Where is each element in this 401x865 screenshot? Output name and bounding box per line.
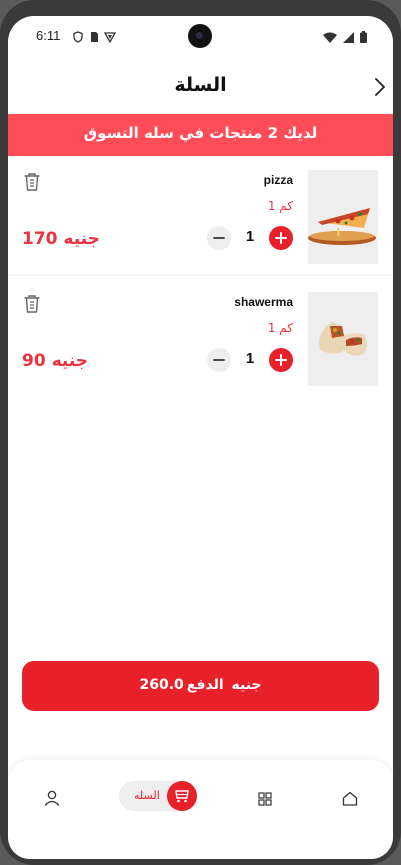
chevron-right-icon [375,78,385,96]
cart-item: shawerma 1 كم 90 جنيه 1 [8,278,393,398]
nav-cart-label: السله [134,789,160,802]
minus-icon [213,237,225,239]
user-icon [44,790,60,806]
minus-icon [213,359,225,361]
decrease-button[interactable] [207,348,231,372]
status-time: 6:11 [36,28,61,43]
bottom-navigation: السله [8,760,393,859]
grid-icon [258,792,272,806]
nav-categories[interactable] [250,784,280,814]
signal-icon [343,28,354,47]
status-icons-left [72,28,117,44]
increase-button[interactable] [269,348,293,372]
item-qty-label: 1 كم [267,199,293,213]
quantity-value: 1 [245,228,255,245]
delete-button[interactable] [23,294,41,314]
plus-icon [275,354,287,366]
cart-item: pizza 1 كم 170 جنيه 1 [8,156,393,276]
item-qty-label: 1 كم [267,321,293,335]
back-button[interactable] [369,74,391,100]
item-price: 90 جنيه [22,351,89,371]
app-header: السلة [8,64,393,110]
nav-home[interactable] [335,784,365,814]
nav-cart-icon-circle [167,781,197,811]
trash-icon [24,295,40,313]
status-icons-right [323,28,367,47]
sim-card-icon [88,28,100,42]
status-bar: 6:11 [8,16,393,56]
item-name: pizza [263,173,293,187]
item-name: shawerma [234,295,293,309]
shield-icon [72,28,84,43]
quantity-stepper: 1 [207,348,293,372]
trash-icon [24,173,40,191]
wifi-icon [323,28,337,47]
page-title: السلة [174,74,227,96]
item-image-pizza [308,170,378,264]
vpn-icon [103,28,117,44]
quantity-stepper: 1 [207,226,293,250]
quantity-value: 1 [245,350,255,367]
nav-cart[interactable]: السله [119,781,197,811]
home-icon [342,791,358,806]
decrease-button[interactable] [207,226,231,250]
plus-icon [275,232,287,244]
checkout-button[interactable]: 260.0جنيه الدفع [22,661,379,711]
front-camera [188,24,212,48]
item-image-shawerma [308,292,378,386]
checkout-text: 260.0جنيه الدفع [22,677,379,693]
delete-button[interactable] [23,172,41,192]
cart-count-banner: لديك 2 منتجات في سله التسوق [8,114,393,156]
nav-profile[interactable] [37,784,67,814]
screen: 6:11 السلة لديك 2 منتجات في سله التسوق p… [8,16,393,859]
device-frame: 6:11 السلة لديك 2 منتجات في سله التسوق p… [0,0,401,865]
cart-icon [175,790,189,803]
battery-icon [360,28,367,47]
increase-button[interactable] [269,226,293,250]
cart-count-text: لديك 2 منتجات في سله التسوق [83,124,318,142]
item-price: 170 جنيه [22,229,100,249]
checkout-label: الدفع [186,677,224,693]
